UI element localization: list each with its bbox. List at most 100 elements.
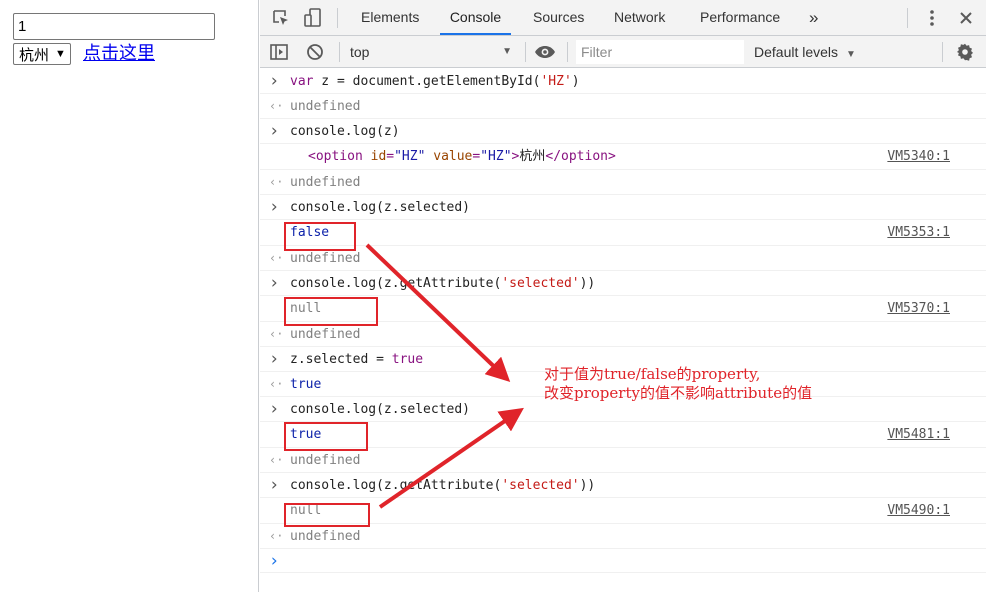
text-input[interactable] — [13, 13, 215, 40]
token-plain: console.log(z.selected) — [290, 402, 471, 417]
page-viewport: 杭州 ▼ 点击这里 — [0, 0, 259, 592]
return-value-icon: ‹· — [269, 377, 284, 391]
eye-icon[interactable] — [532, 42, 558, 62]
city-select-value: 杭州 — [19, 46, 50, 64]
kebab-menu-icon[interactable] — [921, 7, 943, 29]
highlight-box — [284, 422, 368, 451]
console-row-return: ‹· undefined — [260, 524, 986, 549]
console-row-prompt: › — [260, 549, 986, 573]
token-plain: )) — [579, 276, 596, 291]
console-row-return: ‹· undefined — [260, 170, 986, 195]
console-prompt-icon[interactable]: › — [269, 549, 279, 573]
context-select[interactable]: top ▼ — [348, 40, 520, 64]
token-undef: undefined — [290, 529, 361, 544]
token-bool: true — [290, 377, 322, 392]
toolbar-divider — [567, 42, 568, 62]
console-message-text: undefined — [290, 94, 360, 119]
token-plain: console.log(z.selected) — [290, 200, 471, 215]
console-row-log: true VM5481:1 — [260, 422, 986, 448]
token-undef: undefined — [290, 251, 361, 266]
sidebar-toggle-icon[interactable] — [268, 42, 290, 62]
token-attr: value — [433, 149, 473, 164]
return-value-icon: ‹· — [269, 453, 284, 467]
return-value-icon: ‹· — [269, 99, 284, 113]
chevron-down-icon: ▼ — [55, 48, 66, 60]
settings-gear-icon[interactable] — [954, 41, 976, 63]
console-row-input: › console.log(z.getAttribute('selected')) — [260, 271, 986, 296]
input-prompt-icon: › — [269, 121, 280, 141]
close-icon[interactable] — [955, 7, 977, 29]
highlight-box — [284, 503, 370, 527]
console-message-text: console.log(z.getAttribute('selected')) — [290, 473, 595, 498]
annotation-line-2: 改变property的值不影响attribute的值 — [544, 384, 813, 402]
token-undef: undefined — [290, 453, 361, 468]
tab-network[interactable]: Network — [614, 0, 665, 35]
console-message-text: undefined — [290, 448, 360, 473]
tab-console[interactable]: Console — [440, 0, 511, 35]
token-undef: undefined — [290, 327, 361, 342]
token-aval: "HZ" — [480, 149, 512, 164]
token-str: 'selected' — [501, 478, 580, 493]
annotation-text: 对于值为true/false的property, 改变property的值不影响… — [544, 365, 812, 403]
log-levels-label: Default levels — [754, 44, 839, 60]
chevron-down-icon: ▼ — [845, 49, 856, 60]
source-link[interactable]: VM5481:1 — [887, 422, 950, 448]
clear-console-icon[interactable] — [304, 42, 326, 62]
tab-performance[interactable]: Performance — [700, 0, 780, 35]
console-message-text: z.selected = true — [290, 347, 423, 372]
console-row-return: ‹· undefined — [260, 246, 986, 271]
console-row-input: › var z = document.getElementById('HZ') — [260, 69, 986, 94]
token-plain: )) — [579, 478, 596, 493]
return-value-icon: ‹· — [269, 251, 284, 265]
inspect-element-icon[interactable] — [270, 7, 292, 29]
input-prompt-icon: › — [269, 197, 280, 217]
city-select[interactable]: 杭州 ▼ — [13, 43, 71, 65]
token-kw: var — [290, 74, 314, 89]
token-plain: z = document.getElementById( — [313, 74, 541, 89]
console-message-text: var z = document.getElementById('HZ') — [290, 69, 580, 94]
toolbar-divider — [907, 8, 908, 28]
console-message-text: console.log(z.selected) — [290, 397, 470, 422]
token-str: 'selected' — [501, 276, 580, 291]
source-link[interactable]: VM5340:1 — [887, 144, 950, 170]
token-tag: </option> — [545, 149, 616, 164]
console-message-text: undefined — [290, 524, 360, 549]
token-kw: true — [391, 352, 424, 367]
console-row-log: <option id="HZ" value="HZ">杭州</option> VM… — [260, 144, 986, 170]
toolbar-divider — [337, 8, 338, 28]
input-prompt-icon: › — [269, 475, 280, 495]
input-prompt-icon: › — [269, 71, 280, 91]
console-message-text: <option id="HZ" value="HZ">杭州</option> — [308, 144, 616, 170]
token-plain: console.log(z.getAttribute( — [290, 276, 502, 291]
toolbar-divider — [942, 42, 943, 62]
source-link[interactable]: VM5353:1 — [887, 220, 950, 246]
return-value-icon: ‹· — [269, 175, 284, 189]
source-link[interactable]: VM5370:1 — [887, 296, 950, 322]
device-toolbar-icon[interactable] — [302, 7, 324, 29]
toolbar-divider — [525, 42, 526, 62]
input-prompt-icon: › — [269, 273, 280, 293]
devtools-panel: Elements Console Sources Network Perform… — [260, 0, 986, 592]
token-attr: id — [370, 149, 387, 164]
tab-sources[interactable]: Sources — [533, 0, 584, 35]
console-row-return: ‹· undefined — [260, 94, 986, 119]
toolbar-divider — [339, 42, 340, 62]
return-value-icon: ‹· — [269, 529, 284, 543]
log-levels-select[interactable]: Default levels ▼ — [754, 40, 856, 64]
input-prompt-icon: › — [269, 399, 280, 419]
click-here-link[interactable]: 点击这里 — [83, 43, 155, 65]
tab-elements[interactable]: Elements — [361, 0, 419, 35]
devtools-main-toolbar: Elements Console Sources Network Perform… — [260, 0, 986, 36]
source-link[interactable]: VM5490:1 — [887, 498, 950, 524]
token-tag: = — [386, 149, 395, 164]
highlight-box — [284, 297, 378, 326]
token-plain: ) — [571, 74, 580, 89]
token-plain: 杭州 — [519, 149, 546, 164]
filter-input[interactable] — [576, 40, 744, 64]
token-str: 'HZ' — [540, 74, 572, 89]
console-message-text: console.log(z.selected) — [290, 195, 470, 220]
more-tabs-icon[interactable]: » — [809, 0, 818, 35]
console-row-log: false VM5353:1 — [260, 220, 986, 246]
token-aval: "HZ" — [394, 149, 426, 164]
console-message-text: true — [290, 372, 321, 397]
